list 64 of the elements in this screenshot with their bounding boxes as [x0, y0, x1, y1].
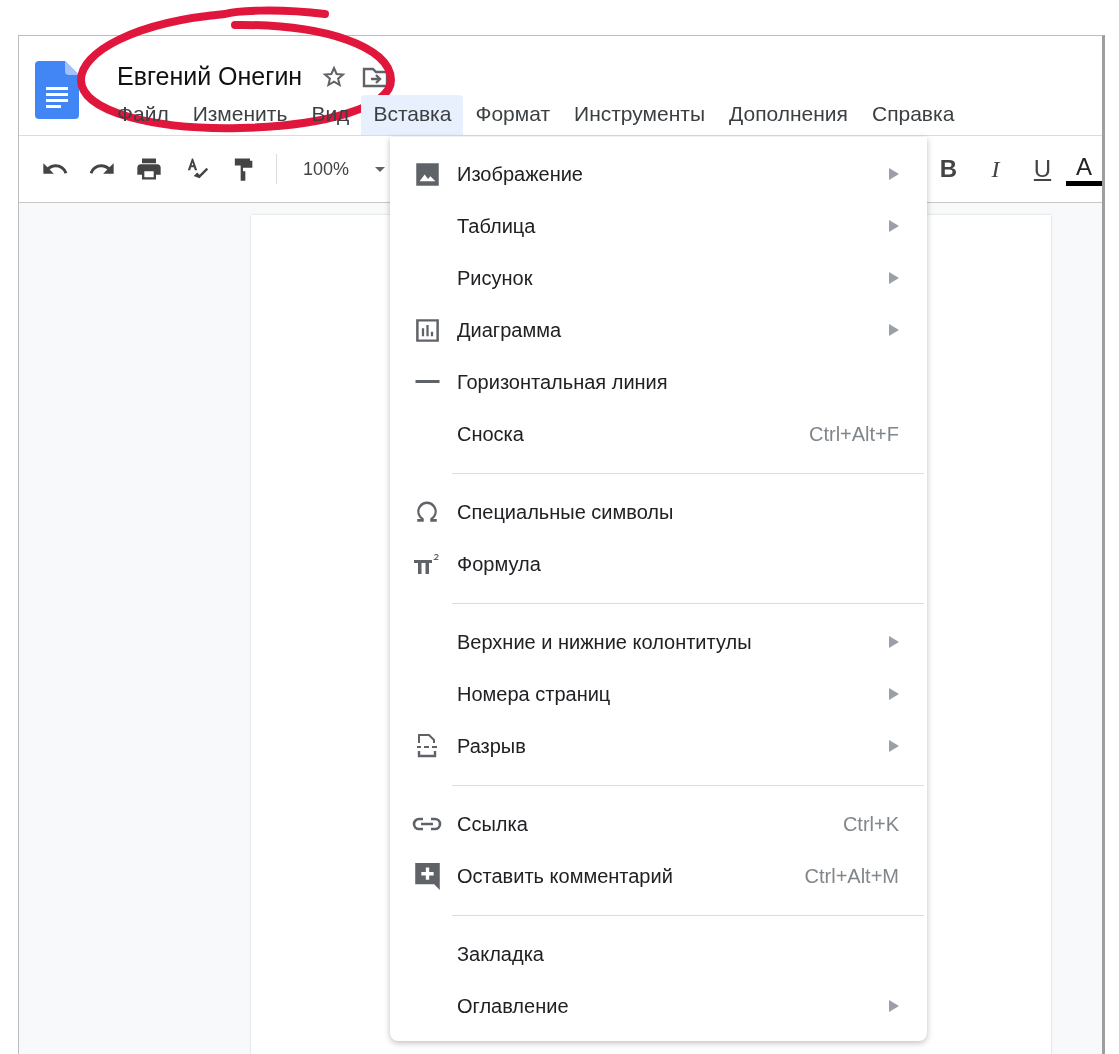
submenu-arrow-icon	[889, 272, 899, 284]
menu-item-label: Сноска	[457, 422, 525, 446]
menu-item-label: Горизонтальная линия	[457, 370, 669, 394]
menu-bar-item[interactable]: Справка	[859, 95, 967, 135]
shortcut-text: Ctrl+Alt+F	[808, 422, 899, 446]
page-break-icon	[415, 733, 439, 759]
submenu-arrow-icon	[889, 740, 899, 752]
menu-item-label: Разрыв	[457, 734, 527, 758]
shortcut-text: Ctrl+K	[842, 812, 899, 836]
menu-item[interactable]: Оставить комментарий Ctrl+Alt+M	[390, 850, 927, 902]
line-icon	[414, 380, 440, 384]
menu-item[interactable]: Специальные символы	[390, 486, 927, 538]
submenu-arrow-icon	[889, 324, 899, 336]
submenu-arrow-icon	[889, 688, 899, 700]
menu-bar-item[interactable]: Формат	[463, 95, 563, 135]
add-comment-icon	[413, 861, 441, 891]
chart-icon	[413, 316, 441, 344]
menu-bar-item[interactable]: Вставка	[361, 95, 464, 135]
menu-bar-item[interactable]: Изменить	[180, 95, 300, 135]
image-icon	[413, 160, 441, 188]
menu-item-label: Оставить комментарий	[457, 864, 674, 888]
menu-item-label: Специальные символы	[457, 500, 675, 524]
submenu-arrow-icon	[889, 168, 899, 180]
menu-bar-item[interactable]: Инструменты	[562, 95, 717, 135]
omega-icon	[414, 499, 440, 525]
menu-item[interactable]: Оглавление	[390, 980, 927, 1032]
submenu-arrow-icon	[889, 636, 899, 648]
bold-button[interactable]: B	[925, 155, 972, 183]
menu-item[interactable]: Горизонтальная линия	[390, 356, 927, 408]
menu-item-label: Оглавление	[457, 994, 570, 1018]
text-color-button[interactable]: A	[1066, 152, 1102, 186]
menu-item-label: Номера страниц	[457, 682, 612, 706]
italic-button[interactable]: I	[972, 155, 1019, 183]
menu-item[interactable]: Диаграмма	[390, 304, 927, 356]
menu-item[interactable]: Изображение	[390, 148, 927, 200]
menu-item[interactable]: Номера страниц	[390, 668, 927, 720]
menu-item-label: Изображение	[457, 162, 584, 186]
menu-item[interactable]: Таблица	[390, 200, 927, 252]
zoom-select[interactable]: 100%	[297, 158, 356, 180]
menu-item-label: Диаграмма	[457, 318, 562, 342]
pi-icon	[413, 552, 441, 576]
link-icon	[412, 816, 442, 832]
menu-item[interactable]: Формула	[390, 538, 927, 590]
menu-item[interactable]: Закладка	[390, 928, 927, 980]
menu-item[interactable]: Верхние и нижние колонтитулы	[390, 616, 927, 668]
menu-item[interactable]: Рисунок	[390, 252, 927, 304]
star-icon[interactable]	[322, 64, 347, 89]
menu-item[interactable]: Разрыв	[390, 720, 927, 772]
underline-button[interactable]: U	[1019, 155, 1066, 183]
menu-item-label: Таблица	[457, 214, 537, 238]
document-title[interactable]: Евгений Онегин	[117, 62, 303, 91]
menu-item-label: Формула	[457, 552, 542, 576]
menu-item-label: Рисунок	[457, 266, 534, 290]
submenu-arrow-icon	[889, 220, 899, 232]
menu-item[interactable]: Ссылка Ctrl+K	[390, 798, 927, 850]
menu-item-label: Ссылка	[457, 812, 529, 836]
caret-icon[interactable]	[375, 166, 386, 172]
menu-bar-item[interactable]: Дополнения	[717, 95, 860, 135]
menu-item-label: Закладка	[457, 942, 545, 966]
shortcut-text: Ctrl+Alt+M	[804, 864, 899, 888]
submenu-arrow-icon	[889, 1000, 899, 1012]
menu-item-label: Верхние и нижние колонтитулы	[457, 630, 753, 654]
menu-item[interactable]: Сноска Ctrl+Alt+F	[390, 408, 927, 460]
document-icon[interactable]	[35, 61, 79, 119]
